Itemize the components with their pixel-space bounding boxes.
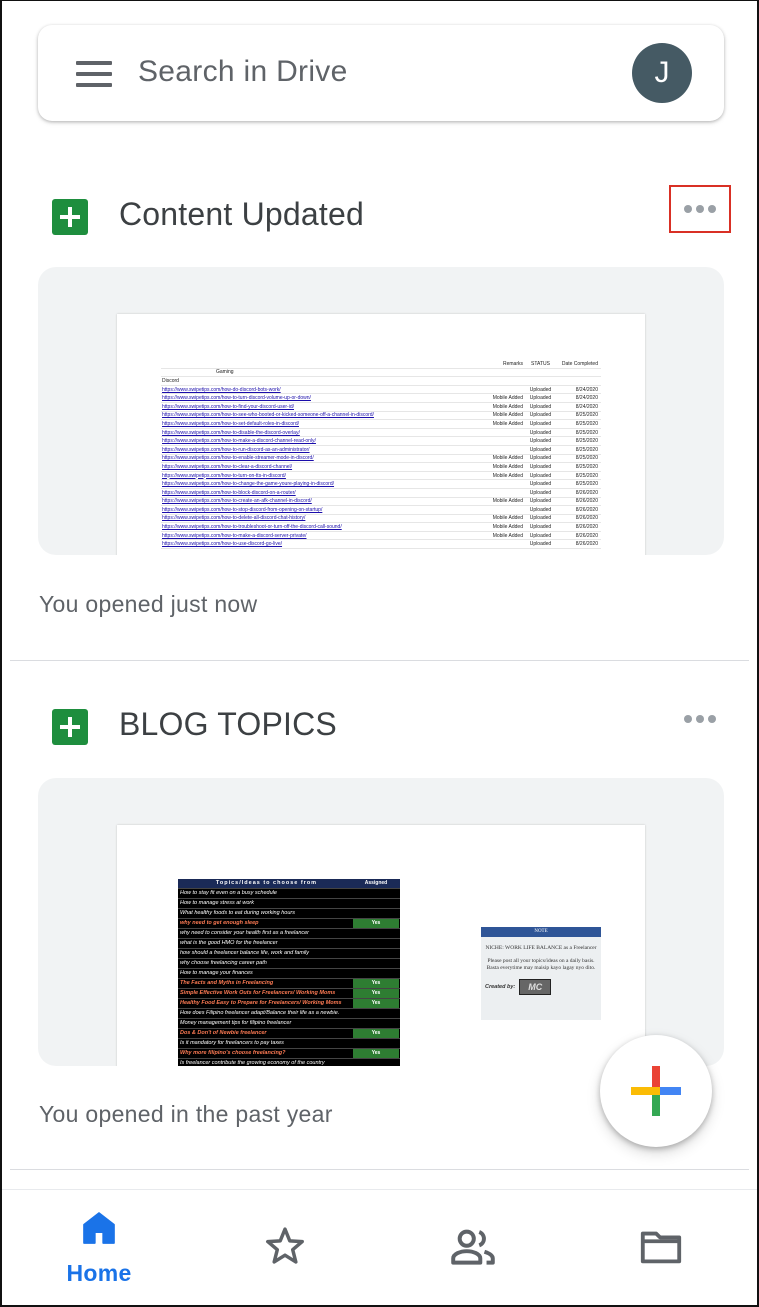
table-row: how should a freelancer balance life, wo… — [178, 949, 400, 959]
table-row: Healthy Food Easy to Prepare for Freelan… — [178, 999, 400, 1009]
spreadsheet-preview: Topics/Ideas to choose from Assigned How… — [117, 825, 645, 1066]
table-row: https://www.swipetips.com/how-to-make-a-… — [161, 437, 601, 446]
table-row: Remarks STATUS Date Completed — [161, 360, 601, 369]
divider — [10, 1169, 749, 1170]
search-bar[interactable]: Search in Drive J — [38, 25, 724, 121]
topics-table: Topics/Ideas to choose from Assigned How… — [178, 879, 400, 1066]
table-row: https://www.swipetips.com/how-to-turn-on… — [161, 472, 601, 481]
hamburger-menu-icon[interactable] — [76, 61, 112, 87]
shared-people-icon — [451, 1229, 495, 1265]
file-card-header: Content Updated — [2, 185, 757, 259]
creator-logo: MC — [519, 979, 552, 996]
nav-home[interactable]: Home — [39, 1190, 159, 1305]
table-row: How to manage stress at work — [178, 899, 400, 909]
file-card-header: BLOG TOPICS — [2, 706, 757, 769]
more-dots-icon — [684, 205, 692, 213]
search-input[interactable]: Search in Drive — [138, 55, 348, 89]
table-row: what is the good HMO for the freelancer — [178, 939, 400, 949]
more-options-button[interactable] — [669, 695, 731, 743]
file-thumbnail[interactable]: Topics/Ideas to choose from Assigned How… — [38, 778, 724, 1066]
table-row: https://www.swipetips.com/how-to-find-yo… — [161, 403, 601, 412]
table-row: What healthy foods to eat during working… — [178, 909, 400, 919]
table-row: How to manage your finances — [178, 969, 400, 979]
table-row: https://www.swipetips.com/how-to-create-… — [161, 498, 601, 507]
bottom-navigation: Home — [2, 1189, 757, 1305]
spreadsheet-grid: Remarks STATUS Date Completed Gaming Dis… — [161, 360, 601, 550]
table-row: Why more filipino's choose freelancing? Y… — [178, 1049, 400, 1059]
divider — [10, 660, 749, 661]
account-avatar[interactable]: J — [632, 43, 692, 103]
new-plus-icon — [631, 1066, 681, 1116]
table-header: Topics/Ideas to choose from Assigned — [178, 879, 400, 889]
table-row: https://www.swipetips.com/how-to-block-d… — [161, 489, 601, 498]
google-sheets-icon — [52, 199, 88, 235]
table-row: https://www.swipetips.com/how-to-set-def… — [161, 420, 601, 429]
table-row: Discord — [161, 377, 601, 386]
nav-files[interactable] — [601, 1190, 721, 1305]
table-row: https://www.swipetips.com/how-to-enable-… — [161, 455, 601, 464]
last-opened-text: You opened just now — [39, 591, 258, 617]
table-row: Is it mandatory for freelancers to pay t… — [178, 1039, 400, 1049]
table-row: why need to get enough sleep Yes — [178, 919, 400, 929]
app-frame: Search in Drive J Content Updated Remark… — [0, 0, 759, 1307]
spreadsheet-preview: Remarks STATUS Date Completed Gaming Dis… — [117, 314, 645, 555]
folder-icon — [640, 1231, 682, 1264]
nav-starred[interactable] — [225, 1190, 345, 1305]
more-options-button[interactable] — [669, 185, 731, 233]
table-row: https://www.swipetips.com/how-to-change-… — [161, 480, 601, 489]
home-icon — [83, 1212, 115, 1244]
table-row: why choose freelancing career path — [178, 959, 400, 969]
table-row: https://www.swipetips.com/how-do-discord… — [161, 386, 601, 395]
file-title: BLOG TOPICS — [119, 706, 337, 742]
table-row: Gaming — [161, 369, 601, 378]
table-row: https://www.swipetips.com/how-to-turn-di… — [161, 394, 601, 403]
google-sheets-icon — [52, 709, 88, 745]
table-row: https://www.swipetips.com/how-to-use-dis… — [161, 540, 601, 550]
file-title: Content Updated — [119, 196, 364, 232]
table-row: https://www.swipetips.com/how-to-stop-di… — [161, 506, 601, 515]
table-row: https://www.swipetips.com/how-to-see-who… — [161, 412, 601, 421]
table-row: Simple Effective Work Outs for Freelance… — [178, 989, 400, 999]
table-row: https://www.swipetips.com/how-to-disable… — [161, 429, 601, 438]
star-icon — [266, 1227, 304, 1264]
table-row: The Facts and Myths in Freelancing Yes — [178, 979, 400, 989]
file-thumbnail[interactable]: Remarks STATUS Date Completed Gaming Dis… — [38, 267, 724, 555]
last-opened-text: You opened in the past year — [39, 1101, 333, 1127]
new-button[interactable] — [600, 1035, 712, 1147]
more-dots-icon — [684, 715, 692, 723]
table-row: Dos & Don't of Newbie freelancer Yes — [178, 1029, 400, 1039]
table-row: How does Filipino freelancer adapt/Balan… — [178, 1009, 400, 1019]
nav-home-label: Home — [66, 1260, 132, 1286]
table-row: Money management tips for filipino freel… — [178, 1019, 400, 1029]
table-row: why need to consider your health first a… — [178, 929, 400, 939]
nav-shared[interactable] — [413, 1190, 533, 1305]
table-row: https://www.swipetips.com/how-to-trouble… — [161, 523, 601, 532]
table-row: How to stay fit even on a busy schedule — [178, 889, 400, 899]
table-row: https://www.swipetips.com/how-to-delete-… — [161, 515, 601, 524]
table-row: Is freelancer contribute the growing eco… — [178, 1059, 400, 1066]
table-row: https://www.swipetips.com/how-to-make-a-… — [161, 532, 601, 541]
note-box: NOTE NICHE: WORK LIFE BALANCE as a Freel… — [481, 927, 601, 1020]
table-row: https://www.swipetips.com/how-to-clear-a… — [161, 463, 601, 472]
table-row: https://www.swipetips.com/how-to-run-dis… — [161, 446, 601, 455]
